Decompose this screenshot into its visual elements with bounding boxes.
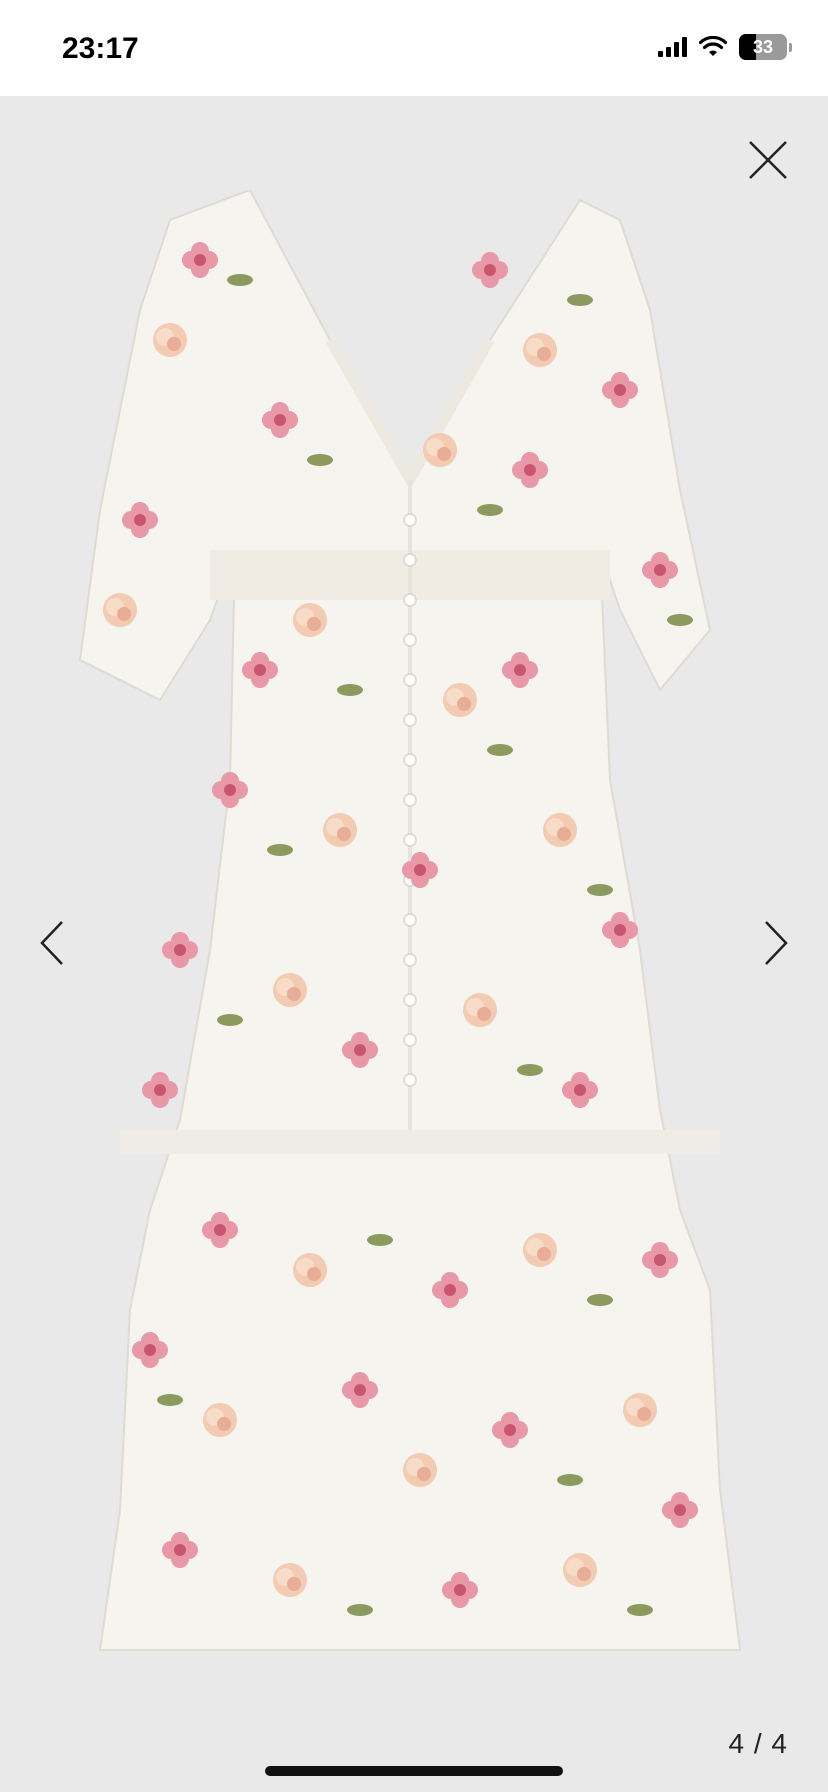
product-image-dress[interactable]: [60, 190, 770, 1690]
image-counter: 4 / 4: [728, 1728, 788, 1759]
status-time: 23:17: [62, 32, 139, 65]
status-bar: 23:17 33: [0, 0, 828, 96]
status-icons: 33: [658, 34, 792, 60]
close-icon[interactable]: [746, 138, 790, 182]
battery-level: 33: [752, 36, 774, 57]
signal-icon: [658, 37, 687, 57]
home-indicator[interactable]: [265, 1766, 563, 1776]
battery-icon: 33: [739, 34, 787, 60]
wifi-icon: [699, 36, 727, 56]
